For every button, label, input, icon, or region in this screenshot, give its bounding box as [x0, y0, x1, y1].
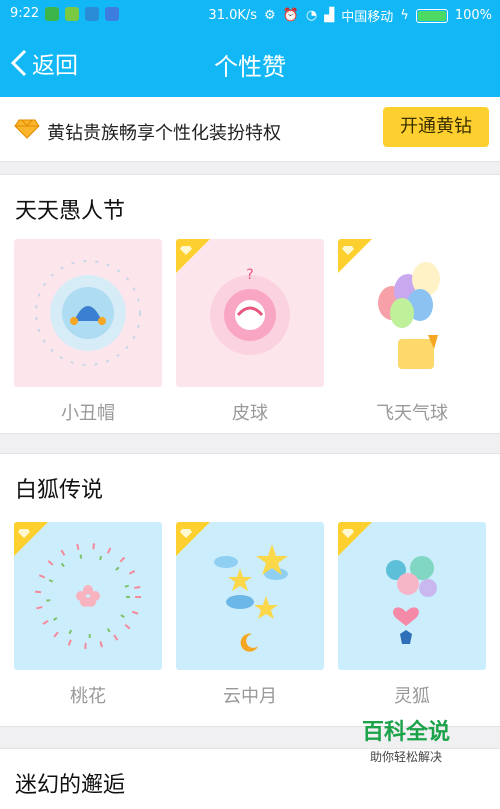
item-thumbnail: ? [176, 239, 324, 387]
item-label: 飞天气球 [376, 403, 448, 424]
like-style-item[interactable]: 飞天气球 [338, 239, 486, 425]
item-label: 皮球 [232, 403, 268, 424]
vip-corner-icon [338, 239, 372, 273]
nav-bar: 返回 个性赞 [0, 30, 500, 97]
vip-corner-icon [176, 522, 210, 556]
item-label: 灵狐 [394, 686, 430, 707]
wifi-icon: ◔ [305, 8, 318, 23]
status-bar: 9:22 31.0K/s ⚙ ⏰ ◔ ▟ 中国移动 ϟ 100% [0, 0, 500, 30]
page-title: 个性赞 [214, 53, 286, 81]
open-vip-button[interactable]: 开通黄钻 [383, 107, 489, 147]
battery-level: 100% [454, 8, 492, 23]
vip-corner-icon [338, 522, 372, 556]
item-thumbnail [338, 239, 486, 387]
watermark-subtitle: 助你轻松解决 [369, 750, 442, 764]
charging-icon: ϟ [400, 8, 409, 23]
section-title: 迷幻的邂逅 [15, 773, 126, 798]
promo-text: 黄钻贵族畅享个性化装扮特权 [47, 123, 281, 144]
like-style-item[interactable]: ? 皮球 [176, 239, 324, 425]
item-thumbnail [14, 522, 162, 670]
section-title: 白狐传说 [15, 478, 104, 503]
network-speed: 31.0K/s [208, 8, 258, 23]
like-style-item[interactable]: 云中月 [176, 522, 324, 708]
cloud-app-icon [105, 6, 120, 21]
vip-corner-icon [176, 239, 210, 273]
signal-icon: ▟ [324, 8, 335, 23]
item-label: 桃花 [70, 686, 106, 707]
diamond-icon [14, 119, 40, 139]
theme-section: 天天愚人节 小丑帽 ? 皮球 飞天气球 [0, 174, 500, 434]
svg-text:?: ? [246, 267, 253, 283]
item-thumbnail [14, 239, 162, 387]
item-label: 云中月 [223, 686, 277, 707]
battery-icon [415, 8, 448, 23]
shield-app-icon [45, 6, 60, 21]
like-style-item[interactable]: 小丑帽 [14, 239, 162, 425]
like-style-item[interactable]: 灵狐 [338, 522, 486, 708]
alarm-icon: ⏰ [282, 8, 299, 23]
no-disturb-icon: ⚙ [264, 8, 276, 23]
mobile-app-icon [85, 6, 100, 21]
status-time: 9:22 [10, 6, 40, 21]
watermark-title: 百科全说 [361, 720, 450, 745]
item-thumbnail [338, 522, 486, 670]
clown-hat-icon [35, 260, 141, 366]
like-style-item[interactable]: 桃花 [14, 522, 162, 708]
item-thumbnail [176, 522, 324, 670]
section-title: 天天愚人节 [15, 199, 126, 224]
vip-promo-bar: 黄钻贵族畅享个性化装扮特权 开通黄钻 [0, 97, 500, 162]
watermark-logo: 百科全说 助你轻松解决 [350, 708, 462, 778]
theme-section: 白狐传说 桃花 云中月 灵狐 [0, 453, 500, 727]
vip-corner-icon [14, 522, 48, 556]
item-label: 小丑帽 [61, 403, 115, 424]
notes-app-icon [65, 6, 80, 21]
carrier-name: 中国移动 [341, 10, 394, 25]
